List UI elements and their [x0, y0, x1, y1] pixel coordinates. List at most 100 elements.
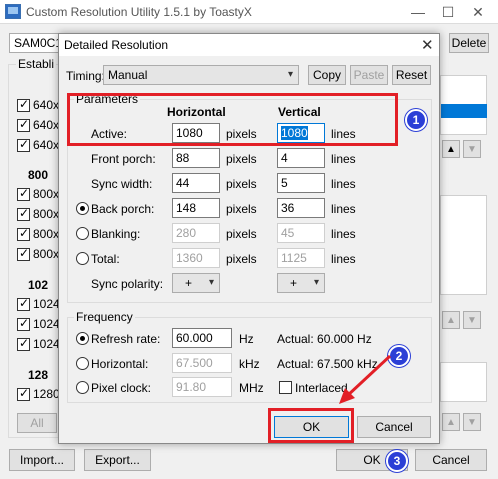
- timing-label: Timing:: [66, 69, 105, 83]
- close-icon[interactable]: ✕: [464, 2, 492, 22]
- mode-checkbox[interactable]: [17, 117, 30, 132]
- move-down-icon[interactable]: ▼: [463, 140, 481, 158]
- pixels-unit: pixels: [226, 227, 257, 241]
- dialog-title: Detailed Resolution: [64, 38, 169, 52]
- timing-select[interactable]: Manual ▾: [103, 65, 299, 85]
- pixels-unit: pixels: [226, 177, 257, 191]
- timing-value: Manual: [108, 68, 148, 82]
- delete-button[interactable]: Delete: [449, 33, 489, 53]
- pixel-clock-input[interactable]: 91.80: [172, 377, 232, 397]
- paste-button[interactable]: Paste: [350, 65, 388, 85]
- sync-width-label: Sync width:: [91, 177, 153, 191]
- interlaced-checkbox[interactable]: [279, 381, 292, 394]
- blanking-horizontal-input[interactable]: 280: [172, 223, 220, 243]
- blanking-vertical-input[interactable]: 45: [277, 223, 325, 243]
- active-row-highlight: [67, 93, 398, 146]
- ok-button-highlight: [268, 408, 354, 443]
- back-porch-radio[interactable]: [76, 202, 89, 215]
- dialog-cancel-button[interactable]: Cancel: [357, 416, 431, 438]
- mode-checkbox[interactable]: [17, 296, 30, 311]
- pixel-clock-label: Pixel clock:: [91, 381, 152, 395]
- sync-horizontal-value: +: [185, 276, 193, 290]
- move-down-icon[interactable]: ▼: [463, 413, 481, 431]
- total-horizontal-input[interactable]: 1360: [172, 248, 220, 268]
- copy-button[interactable]: Copy: [308, 65, 346, 85]
- arrow-icon: [339, 354, 392, 404]
- mhz-unit: MHz: [239, 381, 264, 395]
- move-up-icon[interactable]: ▲: [442, 140, 460, 158]
- chevron-down-icon: ▾: [287, 69, 293, 80]
- move-up-icon[interactable]: ▲: [442, 311, 460, 329]
- all-button[interactable]: All: [17, 413, 57, 433]
- total-vertical-input[interactable]: 1125: [277, 248, 325, 268]
- mode-label: 800x: [33, 227, 60, 241]
- main-title-bar: Custom Resolution Utility 1.5.1 by Toast…: [0, 0, 498, 24]
- export-button[interactable]: Export...: [84, 449, 151, 471]
- dialog-title-bar: Detailed Resolution ✕: [59, 34, 439, 56]
- total-radio[interactable]: [76, 252, 89, 265]
- sync-vertical-select[interactable]: + ▾: [277, 273, 325, 293]
- pixels-unit: pixels: [226, 202, 257, 216]
- mode-checkbox[interactable]: [17, 336, 30, 351]
- sync-width-horizontal-input[interactable]: 44: [172, 173, 220, 193]
- mode-label: 1024: [33, 317, 60, 331]
- horizontal-freq-input[interactable]: 67.500: [172, 353, 232, 373]
- established-label: Establi: [16, 57, 57, 71]
- sync-polarity-label: Sync polarity:: [91, 277, 164, 291]
- mode-label: 1024: [33, 337, 60, 351]
- dialog-close-icon[interactable]: ✕: [421, 36, 434, 54]
- selected-list-row[interactable]: [441, 104, 487, 118]
- reset-button[interactable]: Reset: [392, 65, 431, 85]
- step-badge-3: 3: [386, 450, 408, 472]
- refresh-actual: Actual: 60.000 Hz: [277, 332, 372, 346]
- window-title: Custom Resolution Utility 1.5.1 by Toast…: [26, 5, 252, 19]
- pixels-unit: pixels: [226, 252, 257, 266]
- refresh-rate-radio[interactable]: [76, 332, 89, 345]
- mode-checkbox[interactable]: [17, 386, 30, 401]
- detailed-list[interactable]: [440, 75, 487, 135]
- front-porch-vertical-input[interactable]: 4: [277, 148, 325, 168]
- mode-label: 640x: [33, 118, 60, 132]
- refresh-rate-input[interactable]: 60.000: [172, 328, 232, 348]
- frequency-label: Frequency: [74, 310, 135, 324]
- lines-unit: lines: [331, 152, 356, 166]
- horizontal-freq-label: Horizontal:: [91, 357, 149, 371]
- mode-label: 800x: [33, 247, 60, 261]
- minimize-icon[interactable]: —: [404, 2, 432, 22]
- blanking-radio[interactable]: [76, 227, 89, 240]
- mode-checkbox[interactable]: [17, 97, 30, 112]
- mode-checkbox[interactable]: [17, 137, 30, 152]
- mode-checkbox[interactable]: [17, 246, 30, 261]
- hz-unit: Hz: [239, 332, 254, 346]
- mode-label: 800x: [33, 207, 60, 221]
- mode-checkbox[interactable]: [17, 206, 30, 221]
- import-button[interactable]: Import...: [9, 449, 75, 471]
- move-up-icon[interactable]: ▲: [442, 413, 460, 431]
- main-cancel-button[interactable]: Cancel: [415, 449, 487, 471]
- khz-unit: kHz: [239, 357, 260, 371]
- front-porch-label: Front porch:: [91, 152, 156, 166]
- horizontal-freq-radio[interactable]: [76, 357, 89, 370]
- back-porch-horizontal-input[interactable]: 148: [172, 198, 220, 218]
- mode-group-header: 800: [28, 168, 49, 182]
- lines-unit: lines: [331, 202, 356, 216]
- mode-label: 800x: [33, 187, 60, 201]
- maximize-icon[interactable]: ☐: [434, 2, 462, 22]
- extension-list-2[interactable]: [440, 362, 487, 402]
- lines-unit: lines: [331, 252, 356, 266]
- back-porch-vertical-input[interactable]: 36: [277, 198, 325, 218]
- extension-list[interactable]: [440, 195, 487, 295]
- total-label: Total:: [91, 252, 120, 266]
- move-down-icon[interactable]: ▼: [463, 311, 481, 329]
- front-porch-horizontal-input[interactable]: 88: [172, 148, 220, 168]
- mode-checkbox[interactable]: [17, 186, 30, 201]
- mode-group-header: 128: [28, 368, 49, 382]
- chevron-down-icon: ▾: [208, 277, 214, 288]
- lines-unit: lines: [331, 227, 356, 241]
- app-icon: [5, 4, 21, 19]
- sync-horizontal-select[interactable]: + ▾: [172, 273, 220, 293]
- mode-checkbox[interactable]: [17, 316, 30, 331]
- pixel-clock-radio[interactable]: [76, 381, 89, 394]
- mode-checkbox[interactable]: [17, 226, 30, 241]
- sync-width-vertical-input[interactable]: 5: [277, 173, 325, 193]
